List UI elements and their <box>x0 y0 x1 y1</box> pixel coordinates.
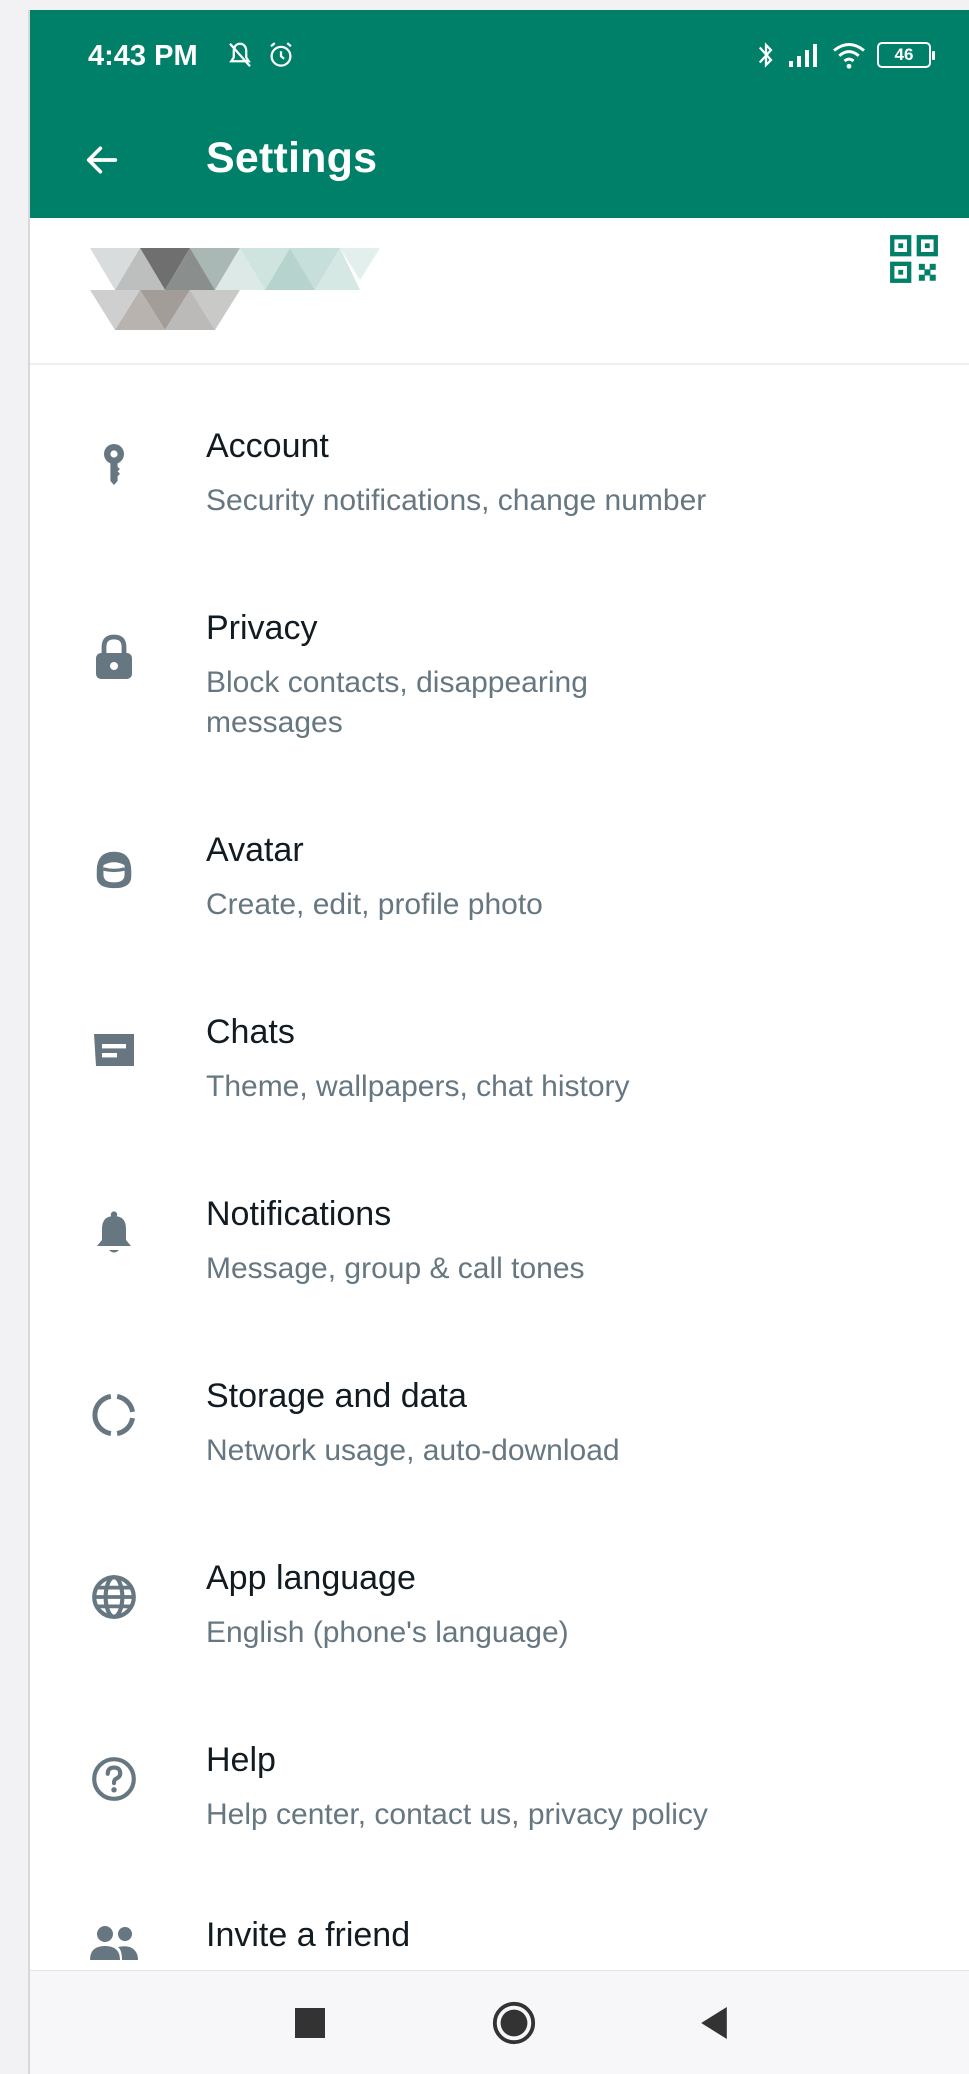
circle-home-icon[interactable] <box>484 1993 544 2053</box>
settings-item-privacy[interactable]: Privacy Block contacts, disappearing mes… <box>30 547 969 769</box>
settings-item-subtitle: Block contacts, disappearing messages <box>206 666 588 739</box>
people-icon <box>86 1916 142 1972</box>
storage-circle-icon <box>86 1387 142 1443</box>
settings-item-title: Help <box>206 1741 276 1779</box>
settings-item-subtitle: English (phone's language) <box>206 1616 569 1649</box>
battery-icon: 46 <box>877 42 935 68</box>
battery-level: 46 <box>894 45 914 64</box>
profile-section[interactable] <box>30 218 969 365</box>
status-right-group: 46 <box>755 38 935 72</box>
settings-item-subtitle: Create, edit, profile photo <box>206 888 543 921</box>
settings-item-app-language[interactable]: App language English (phone's language) <box>30 1497 969 1679</box>
settings-item-title: Notifications <box>206 1195 392 1233</box>
profile-avatar[interactable] <box>60 218 400 336</box>
settings-item-title: Account <box>206 427 329 465</box>
settings-item-subtitle: Security notifications, change number <box>206 484 707 517</box>
status-bar: 4:43 PM 46 <box>30 10 969 102</box>
phone-screen: 4:43 PM 46 Settings Account Security not… <box>28 10 969 2074</box>
wifi-icon <box>833 43 865 69</box>
alarm-icon <box>270 42 292 67</box>
page-title: Settings <box>206 134 378 182</box>
toolbar: Settings <box>30 110 969 210</box>
settings-item-title: Invite a friend <box>206 1916 411 1954</box>
qr-code-icon[interactable] <box>885 230 943 288</box>
settings-item-subtitle: Theme, wallpapers, chat history <box>206 1070 630 1103</box>
avatar-face-icon <box>86 841 142 897</box>
settings-item-title: Avatar <box>206 831 304 869</box>
settings-item-notifications[interactable]: Notifications Message, group & call tone… <box>30 1133 969 1315</box>
settings-item-title: App language <box>206 1559 416 1597</box>
system-nav-bar <box>30 1970 969 2074</box>
bluetooth-icon <box>758 42 773 68</box>
settings-item-title: Privacy <box>206 609 318 647</box>
app-bar: 4:43 PM 46 Settings <box>30 10 969 218</box>
settings-item-subtitle: Help center, contact us, privacy policy <box>206 1798 708 1831</box>
arrow-left-icon <box>86 146 118 174</box>
bell-icon <box>86 1205 142 1261</box>
settings-item-account[interactable]: Account Security notifications, change n… <box>30 365 969 547</box>
signal-icon <box>789 44 817 67</box>
key-icon <box>86 437 142 493</box>
globe-icon <box>86 1569 142 1625</box>
triangle-back-icon[interactable] <box>684 1993 744 2053</box>
settings-item-storage[interactable]: Storage and data Network usage, auto-dow… <box>30 1315 969 1497</box>
back-button[interactable] <box>74 132 130 188</box>
settings-item-title: Chats <box>206 1013 295 1051</box>
mute-icon <box>229 42 251 67</box>
settings-item-title: Storage and data <box>206 1377 467 1415</box>
settings-item-subtitle: Message, group & call tones <box>206 1252 585 1285</box>
lock-icon <box>86 629 142 685</box>
settings-item-help[interactable]: Help Help center, contact us, privacy po… <box>30 1679 969 1861</box>
help-icon <box>86 1751 142 1807</box>
square-recents-icon[interactable] <box>280 1993 340 2053</box>
settings-list: Account Security notifications, change n… <box>30 365 969 2043</box>
chat-icon <box>86 1023 142 1079</box>
status-time: 4:43 PM <box>88 40 198 72</box>
settings-item-subtitle: Network usage, auto-download <box>206 1434 620 1467</box>
settings-item-avatar[interactable]: Avatar Create, edit, profile photo <box>30 769 969 951</box>
settings-item-chats[interactable]: Chats Theme, wallpapers, chat history <box>30 951 969 1133</box>
